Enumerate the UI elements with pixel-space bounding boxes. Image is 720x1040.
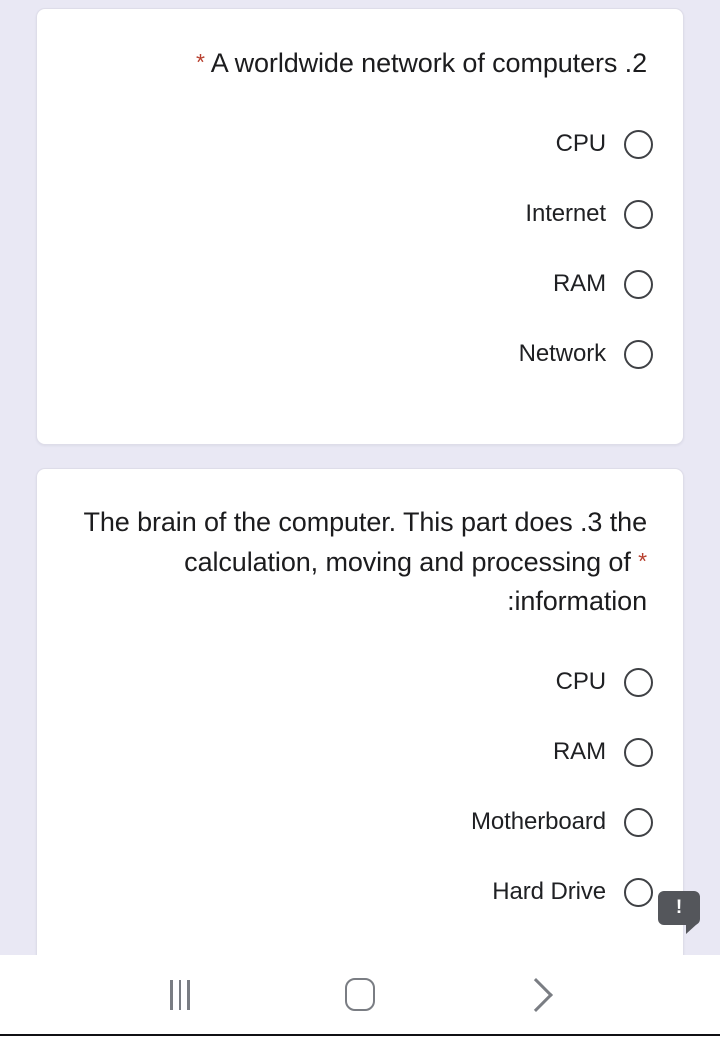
option-row[interactable]: CPU [73,109,653,179]
radio-button-icon[interactable] [624,339,653,369]
android-navigation-bar [0,955,720,1034]
question-3-text-line-3: :information [507,586,647,616]
option-row[interactable]: Motherboard [73,787,653,857]
home-icon [345,978,375,1011]
radio-button-icon[interactable] [624,667,653,697]
home-button[interactable] [315,965,405,1025]
required-asterisk: * [196,49,205,75]
radio-button-icon[interactable] [624,199,653,229]
option-row[interactable]: Hard Drive [73,857,653,927]
option-label: RAM [552,738,606,765]
option-label: RAM [552,270,606,297]
radio-button-icon[interactable] [624,877,653,907]
radio-button-icon[interactable] [624,269,653,299]
option-label: Hard Drive [492,878,606,905]
option-label: CPU [555,668,606,695]
radio-button-icon[interactable] [624,129,653,159]
chevron-right-icon [519,977,553,1012]
screen-bottom-edge [0,1034,720,1040]
option-label: Internet [525,200,606,227]
question-card-3: The brain of the computer. This part doe… [36,468,684,955]
question-3-text-wrapper: The brain of the computer. This part doe… [37,469,683,621]
question-2-text: A worldwide network of computers .2 [210,48,647,78]
option-row[interactable]: RAM [73,249,653,319]
option-label: Motherboard [471,808,606,835]
radio-button-icon[interactable] [624,737,653,767]
exclamation-icon: ! [675,897,683,918]
question-3-text-line-1: The brain of the computer. This part doe… [83,507,603,537]
question-2-text-wrapper: * A worldwide network of computers .2 [37,9,683,83]
option-row[interactable]: Network [73,319,653,389]
question-2-title: * A worldwide network of computers .2 [73,43,647,83]
option-row[interactable]: CPU [73,647,653,717]
question-card-2: * A worldwide network of computers .2 CP… [36,8,684,445]
option-row[interactable]: RAM [73,717,653,787]
radio-button-icon[interactable] [624,807,653,837]
recents-button[interactable] [135,965,225,1025]
question-3-title: The brain of the computer. This part doe… [73,503,647,621]
question-2-options: CPU Internet RAM Network [37,109,683,389]
back-button[interactable] [495,965,585,1025]
recents-icon [170,979,190,1010]
option-row[interactable]: Internet [73,179,653,249]
required-asterisk: * [638,548,647,574]
option-label: Network [518,340,606,367]
warning-tooltip-bubble[interactable]: ! [658,891,700,934]
option-label: CPU [555,130,606,157]
question-3-options: CPU RAM Motherboard Hard Drive [37,647,683,927]
form-scroll-area[interactable]: * A worldwide network of computers .2 CP… [0,0,720,955]
